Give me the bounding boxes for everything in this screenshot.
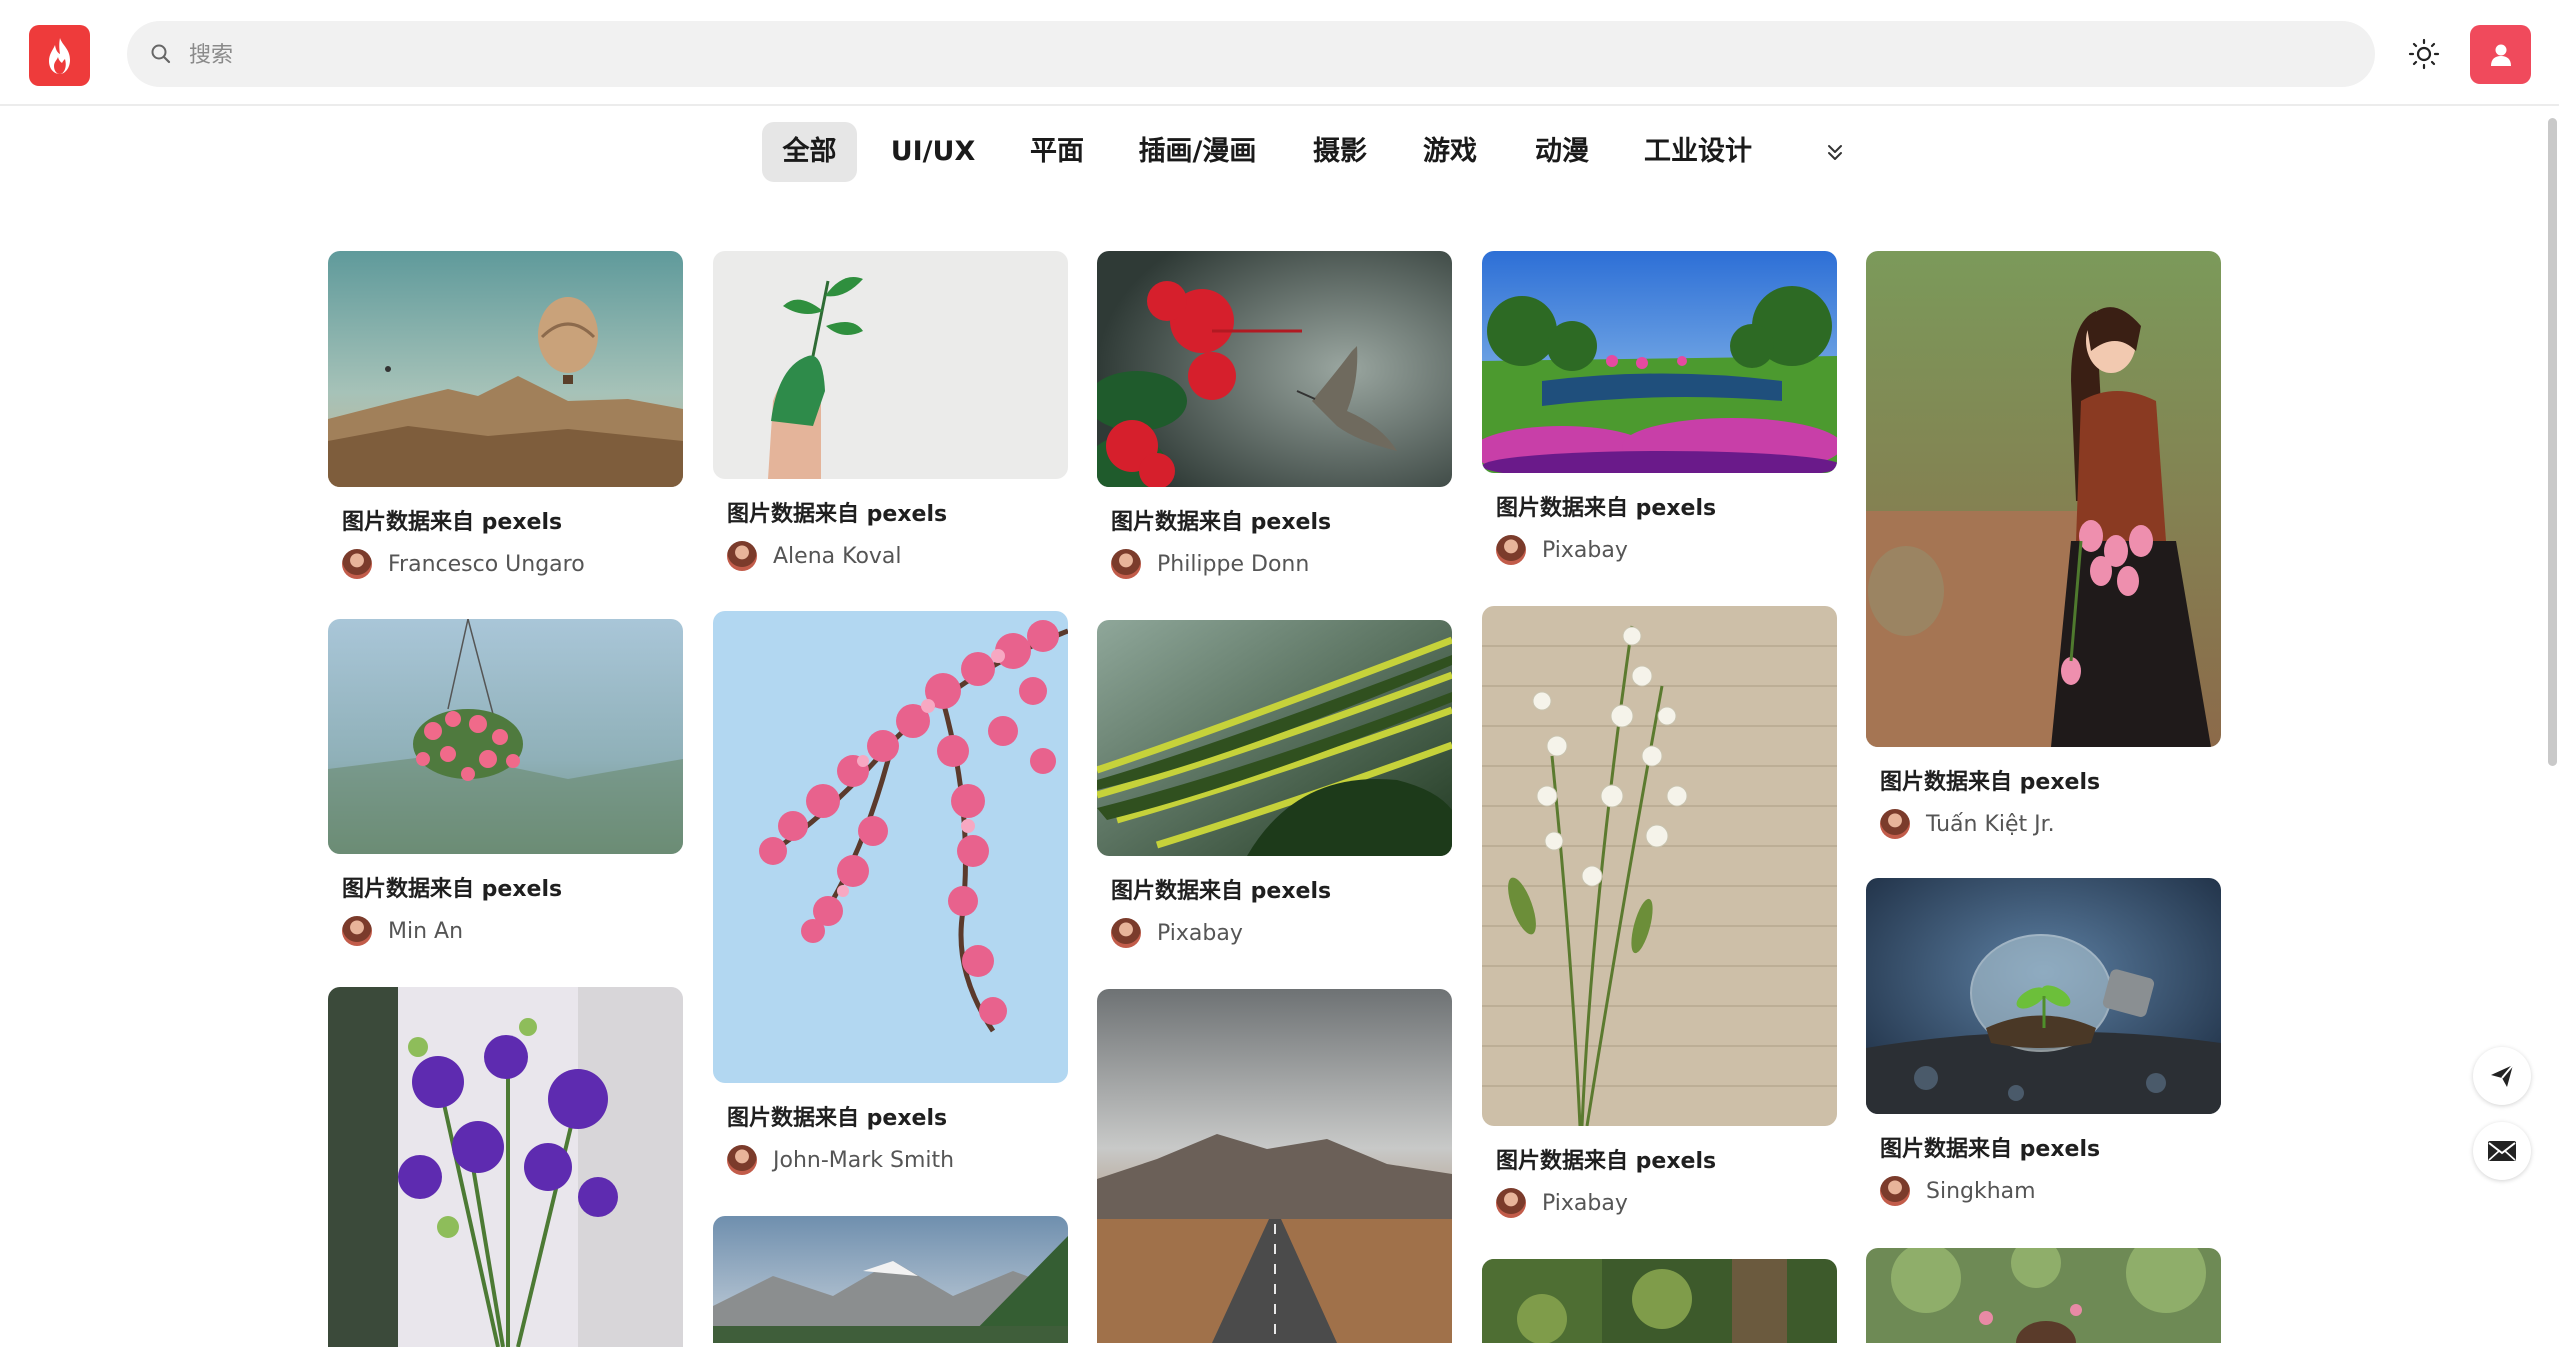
card-image[interactable] [1866, 878, 2221, 1114]
avatar [342, 916, 372, 946]
card-title: 图片数据来自 pexels [1111, 510, 1332, 535]
card-author[interactable]: Pixabay [1496, 1187, 1837, 1219]
card-author[interactable]: Philippe Donn [1111, 548, 1452, 580]
image-card[interactable]: 图片数据来自 pexels Francesco Ungaro [328, 251, 683, 580]
card-author[interactable]: Pixabay [1496, 534, 1837, 566]
image-card[interactable]: 图片数据来自 pexels Alena Koval [713, 251, 1068, 572]
user-account-button[interactable] [2470, 25, 2531, 84]
avatar [1111, 549, 1141, 579]
card-title: 图片数据来自 pexels [727, 502, 948, 527]
avatar [1111, 918, 1141, 948]
tab-industrial-design[interactable]: 工业设计 [1638, 122, 1758, 182]
image-card[interactable] [713, 1216, 1068, 1343]
card-author[interactable]: Tuấn Kiệt Jr. [1880, 808, 2221, 840]
card-image[interactable] [1866, 1248, 2221, 1343]
card-author[interactable]: Min An [342, 915, 683, 947]
tab-all[interactable]: 全部 [762, 122, 857, 182]
tab-graphic[interactable]: 平面 [1022, 122, 1092, 182]
author-name: Pixabay [1542, 537, 1628, 563]
tab-anime[interactable]: 动漫 [1522, 122, 1602, 182]
card-title: 图片数据来自 pexels [1496, 1149, 1717, 1174]
image-card[interactable] [328, 987, 683, 1347]
card-title: 图片数据来自 pexels [1880, 1137, 2101, 1162]
card-image[interactable] [713, 611, 1068, 1083]
author-name: Tuấn Kiệt Jr. [1926, 811, 2055, 837]
card-image[interactable] [1097, 989, 1452, 1343]
card-image[interactable] [1482, 606, 1837, 1126]
top-bar [0, 0, 2559, 106]
card-image[interactable] [328, 987, 683, 1347]
author-name: Pixabay [1542, 1190, 1628, 1216]
card-author[interactable]: Francesco Ungaro [342, 548, 683, 580]
flame-icon [48, 37, 70, 74]
search-bar[interactable] [127, 21, 2375, 89]
image-card[interactable]: 图片数据来自 pexels Min An [328, 619, 683, 947]
sun-icon [2408, 38, 2440, 70]
card-author[interactable]: Singkham [1880, 1175, 2221, 1207]
card-image[interactable] [1482, 1259, 1837, 1343]
image-card[interactable]: 图片数据来自 pexels Pixabay [1097, 620, 1452, 949]
avatar [727, 541, 757, 571]
image-card[interactable] [1097, 989, 1452, 1343]
author-name: Alena Koval [773, 543, 902, 569]
tab-photography[interactable]: 摄影 [1300, 122, 1380, 182]
app-logo[interactable] [29, 25, 90, 86]
card-author[interactable]: Pixabay [1111, 917, 1452, 949]
card-image[interactable] [713, 251, 1068, 479]
card-image[interactable] [1097, 251, 1452, 487]
image-card[interactable] [1866, 1248, 2221, 1343]
image-card[interactable]: 图片数据来自 pexels Philippe Donn [1097, 251, 1452, 580]
user-icon [2490, 44, 2511, 66]
avatar [1496, 535, 1526, 565]
send-button[interactable] [2473, 1047, 2531, 1105]
avatar [1496, 1188, 1526, 1218]
send-icon [2491, 1064, 2514, 1087]
mail-button[interactable] [2473, 1122, 2531, 1180]
card-image[interactable] [328, 251, 683, 487]
image-card[interactable]: 图片数据来自 pexels John-Mark Smith [713, 611, 1068, 1176]
author-name: John-Mark Smith [773, 1147, 955, 1173]
card-title: 图片数据来自 pexels [1496, 496, 1717, 521]
image-card[interactable]: 图片数据来自 pexels Singkham [1866, 878, 2221, 1207]
author-name: Min An [388, 918, 464, 944]
category-tabs: 全部 UI/UX 平面 插画/漫画 摄影 游戏 动漫 工业设计 [0, 122, 2559, 184]
image-card[interactable]: 图片数据来自 pexels Pixabay [1482, 606, 1837, 1219]
mail-icon [2488, 1141, 2516, 1161]
author-name: Pixabay [1157, 920, 1243, 946]
image-card[interactable]: 图片数据来自 pexels Pixabay [1482, 251, 1837, 566]
tab-ui-ux[interactable]: UI/UX [879, 122, 987, 182]
theme-toggle-button[interactable] [2405, 35, 2443, 73]
card-author[interactable]: Alena Koval [727, 540, 1068, 572]
tab-games[interactable]: 游戏 [1410, 122, 1490, 182]
card-image[interactable] [713, 1216, 1068, 1343]
card-image[interactable] [328, 619, 683, 854]
card-author[interactable]: John-Mark Smith [727, 1144, 1068, 1176]
avatar [1880, 809, 1910, 839]
author-name: Francesco Ungaro [388, 551, 585, 577]
image-card[interactable] [1482, 1259, 1837, 1343]
author-name: Philippe Donn [1157, 551, 1310, 577]
avatar [342, 549, 372, 579]
card-title: 图片数据来自 pexels [342, 877, 563, 902]
search-input[interactable] [187, 21, 2341, 89]
card-image[interactable] [1482, 251, 1837, 473]
card-image[interactable] [1097, 620, 1452, 856]
card-title: 图片数据来自 pexels [1111, 879, 1332, 904]
avatar [727, 1145, 757, 1175]
search-icon [151, 44, 171, 64]
card-title: 图片数据来自 pexels [1880, 770, 2101, 795]
avatar [1880, 1176, 1910, 1206]
author-name: Singkham [1926, 1178, 2036, 1204]
tab-illustration[interactable]: 插画/漫画 [1130, 122, 1265, 182]
card-title: 图片数据来自 pexels [727, 1106, 948, 1131]
image-card[interactable]: 图片数据来自 pexels Tuấn Kiệt Jr. [1866, 251, 2221, 840]
card-image[interactable] [1866, 251, 2221, 747]
chevrons-down-icon[interactable] [1821, 138, 1849, 166]
scrollbar-thumb[interactable] [2548, 118, 2557, 766]
card-title: 图片数据来自 pexels [342, 510, 563, 535]
